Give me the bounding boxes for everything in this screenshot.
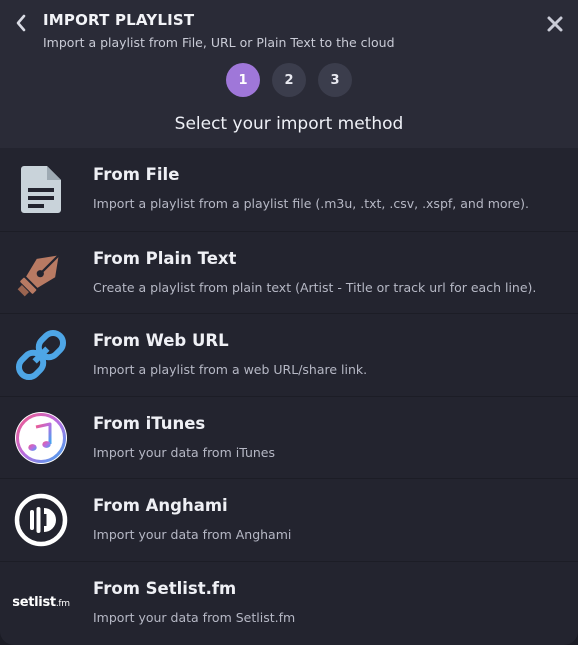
fountain-pen-icon [12,244,70,302]
close-button[interactable] [543,12,567,36]
method-from-web-url[interactable]: From Web URL Import a playlist from a we… [0,313,578,396]
method-description: Import a playlist from a web URL/share l… [93,362,368,377]
method-name: From iTunes [93,413,206,433]
method-description: Import a playlist from a playlist file (… [93,196,529,211]
section-title: Select your import method [0,100,578,148]
import-playlist-dialog: IMPORT PLAYLIST Import a playlist from F… [0,0,578,645]
step-3[interactable]: 3 [318,63,352,97]
file-icon [12,160,70,218]
itunes-icon [12,409,70,467]
step-2[interactable]: 2 [272,63,306,97]
back-button[interactable] [10,10,32,36]
step-1[interactable]: 1 [226,63,260,97]
setlist-fm-icon: setlist.fm [6,574,76,632]
method-name: From Web URL [93,331,229,350]
anghami-icon [12,491,70,549]
method-from-anghami[interactable]: From Anghami Import your data from Angha… [0,478,578,561]
setlist-fm-logo: setlist.fm [12,595,70,610]
method-from-file[interactable]: From File Import a playlist from a playl… [0,148,578,231]
method-name: From Anghami [93,496,228,515]
setlist-logo-suffix: .fm [55,599,70,609]
dialog-subtitle: Import a playlist from File, URL or Plai… [43,35,395,50]
method-description: Import your data from Anghami [93,527,292,542]
setlist-logo-main: setlist [12,595,56,610]
dialog-title: IMPORT PLAYLIST [43,11,195,29]
chevron-left-icon [16,14,26,32]
method-from-itunes[interactable]: From iTunes Import your data from iTunes [0,395,578,478]
method-name: From File [93,165,180,184]
method-from-plain-text[interactable]: From Plain Text Create a playlist from p… [0,230,578,313]
step-indicator: 1 2 3 [226,63,352,97]
method-description: Import your data from iTunes [93,444,275,460]
method-description: Import your data from Setlist.fm [93,609,296,625]
method-from-setlist-fm[interactable]: setlist.fm From Setlist.fm Import your d… [0,560,578,643]
dialog-header: IMPORT PLAYLIST Import a playlist from F… [0,0,578,100]
method-name: From Plain Text [93,248,237,268]
close-icon [547,16,563,32]
method-name: From Setlist.fm [93,578,237,598]
method-description: Create a playlist from plain text (Artis… [93,279,537,295]
link-icon [12,326,70,384]
import-method-list: From File Import a playlist from a playl… [0,148,578,643]
